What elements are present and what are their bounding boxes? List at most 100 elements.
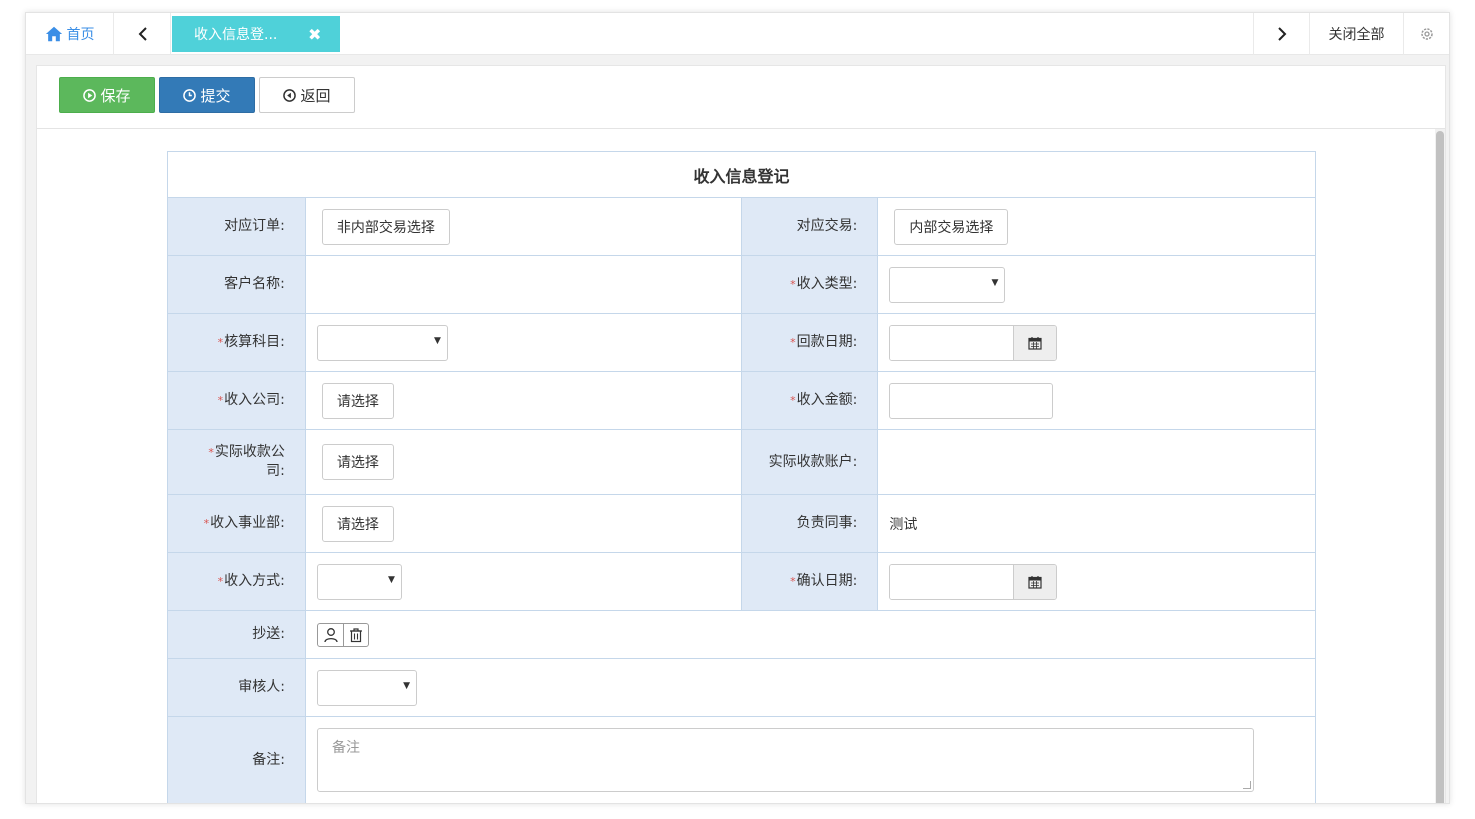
toolbar: 保存 提交 返回 [37,66,1445,129]
clock-circle-icon [183,88,197,102]
gear-icon [1420,28,1433,40]
confirm-date-button[interactable] [1014,564,1057,599]
calendar-icon [1028,575,1042,589]
close-all-button[interactable]: 关闭全部 [1309,13,1403,55]
confirm-date-label: 确认日期: [796,573,858,589]
account-subject-label-cell: * 核算科目: [168,314,306,371]
reviewer-select[interactable] [317,669,417,706]
division-label-cell: * 收入事业部: [168,495,306,552]
save-label: 保存 [100,86,131,105]
trash-icon [350,627,362,642]
income-method-label-cell: * 收入方式: [168,553,306,610]
settings-button[interactable] [1403,13,1449,55]
income-type-label: 收入类型: [796,276,858,292]
vertical-scrollbar[interactable] [1435,129,1445,803]
order-label: 对应订单: [168,198,306,255]
resize-handle[interactable] [1243,781,1251,789]
order-cell: 非内部交易选择 [306,198,741,255]
home-icon [45,26,62,42]
required-mark: * [217,336,224,349]
reviewer-label: 审核人: [168,659,306,716]
chevron-right-icon [1277,27,1286,41]
payment-date-input[interactable] [890,325,1015,360]
required-mark: * [790,394,796,407]
confirm-date-input[interactable] [890,564,1015,599]
scrollbar-thumb[interactable] [1436,131,1444,803]
remarks-placeholder: 备注 [332,740,360,756]
confirm-date-picker [889,563,1058,600]
play-circle-icon [83,88,97,102]
required-mark: * [217,575,224,588]
income-company-label-cell: * 收入公司: [168,372,306,429]
income-company-select-button[interactable]: 请选择 [321,382,394,419]
form-row-subject: *核算科目: *回款日期: [168,314,1315,372]
cc-actions [317,622,369,647]
actual-account-label: 实际收款账户: [740,430,879,494]
account-subject-select[interactable] [316,324,448,361]
form-row-method: *收入方式: * 确认日期: [168,553,1315,611]
division-cell: 请选择 [306,495,741,552]
home-label: 首页 [66,27,95,43]
content-panel: 保存 提交 返回 收入信息登记 对应订单: 非内部交易选择 对应交易: 内部交易… [36,65,1446,803]
user-icon [323,627,338,642]
transaction-select-button[interactable]: 内部交易选择 [894,208,1009,245]
required-mark: * [790,278,796,291]
actual-account-value [878,430,1315,494]
cc-clear-button[interactable] [343,623,368,646]
cc-add-user-button[interactable] [318,624,343,646]
cc-cell [306,611,1315,658]
actual-company-select-button[interactable]: 请选择 [321,444,394,480]
required-mark: * [203,517,210,530]
tab-home[interactable]: 首页 [26,13,114,55]
transaction-label: 对应交易: [740,198,879,255]
tab-scroll-right-button[interactable] [1253,13,1309,55]
tab-income-registration[interactable]: 收入信息登... ✖ [172,16,340,52]
actual-company-label-cell: *实际收款公 司: [168,430,306,494]
income-type-select[interactable] [889,266,1006,303]
payment-date-button[interactable] [1014,325,1057,360]
order-select-button[interactable]: 非内部交易选择 [321,208,450,245]
customer-value [306,256,741,313]
income-type-label-cell: * 收入类型: [740,256,879,313]
payment-date-label-cell: * 回款日期: [740,314,879,371]
remarks-label: 备注: [168,717,306,803]
income-type-cell [878,256,1315,313]
app-window: 首页 收入信息登... ✖ 关闭全部 保存 提交 返回 收入信息登记 对应订单:… [25,12,1450,804]
reviewer-cell [306,659,1315,716]
confirm-date-cell [878,553,1315,610]
customer-label: 客户名称: [168,256,306,313]
payment-date-picker [889,324,1058,361]
submit-button[interactable]: 提交 [159,77,255,113]
income-method-cell [306,553,741,610]
back-circle-icon [283,88,297,102]
income-company-cell: 请选择 [306,372,741,429]
payment-date-label: 回款日期: [796,334,858,350]
income-method-label: 收入方式: [224,573,285,589]
required-mark: * [790,336,796,349]
account-subject-cell [306,314,741,371]
back-label: 返回 [300,86,331,105]
tab-bar: 首页 收入信息登... ✖ 关闭全部 [26,13,1449,55]
division-select-button[interactable]: 请选择 [321,505,394,542]
tab-close-icon[interactable]: ✖ [308,25,321,44]
transaction-cell: 内部交易选择 [878,198,1315,255]
remarks-textarea[interactable]: 备注 [317,728,1254,792]
remarks-cell: 备注 [306,717,1315,803]
tab-scroll-left-button[interactable] [115,13,171,55]
form-row-actual-company: *实际收款公 司: 请选择 实际收款账户: [168,430,1315,495]
income-registration-form: 收入信息登记 对应订单: 非内部交易选择 对应交易: 内部交易选择 客户名称: … [167,151,1316,803]
income-method-select[interactable] [316,563,402,600]
actual-company-label-line1: 实际收款公 [214,444,285,460]
form-row-division: * 收入事业部: 请选择 负责同事: 测试 [168,495,1315,553]
tab-label: 收入信息登... [194,27,278,43]
cc-label: 抄送: [168,611,306,658]
income-amount-input[interactable] [889,382,1054,419]
responsible-value: 测试 [889,516,918,533]
form-row-customer: 客户名称: * 收入类型: [168,256,1315,314]
back-button[interactable]: 返回 [259,77,355,113]
form-row-order: 对应订单: 非内部交易选择 对应交易: 内部交易选择 [168,198,1315,256]
calendar-icon [1028,336,1042,350]
responsible-label: 负责同事: [740,495,879,552]
submit-label: 提交 [200,86,231,105]
save-button[interactable]: 保存 [59,77,155,113]
